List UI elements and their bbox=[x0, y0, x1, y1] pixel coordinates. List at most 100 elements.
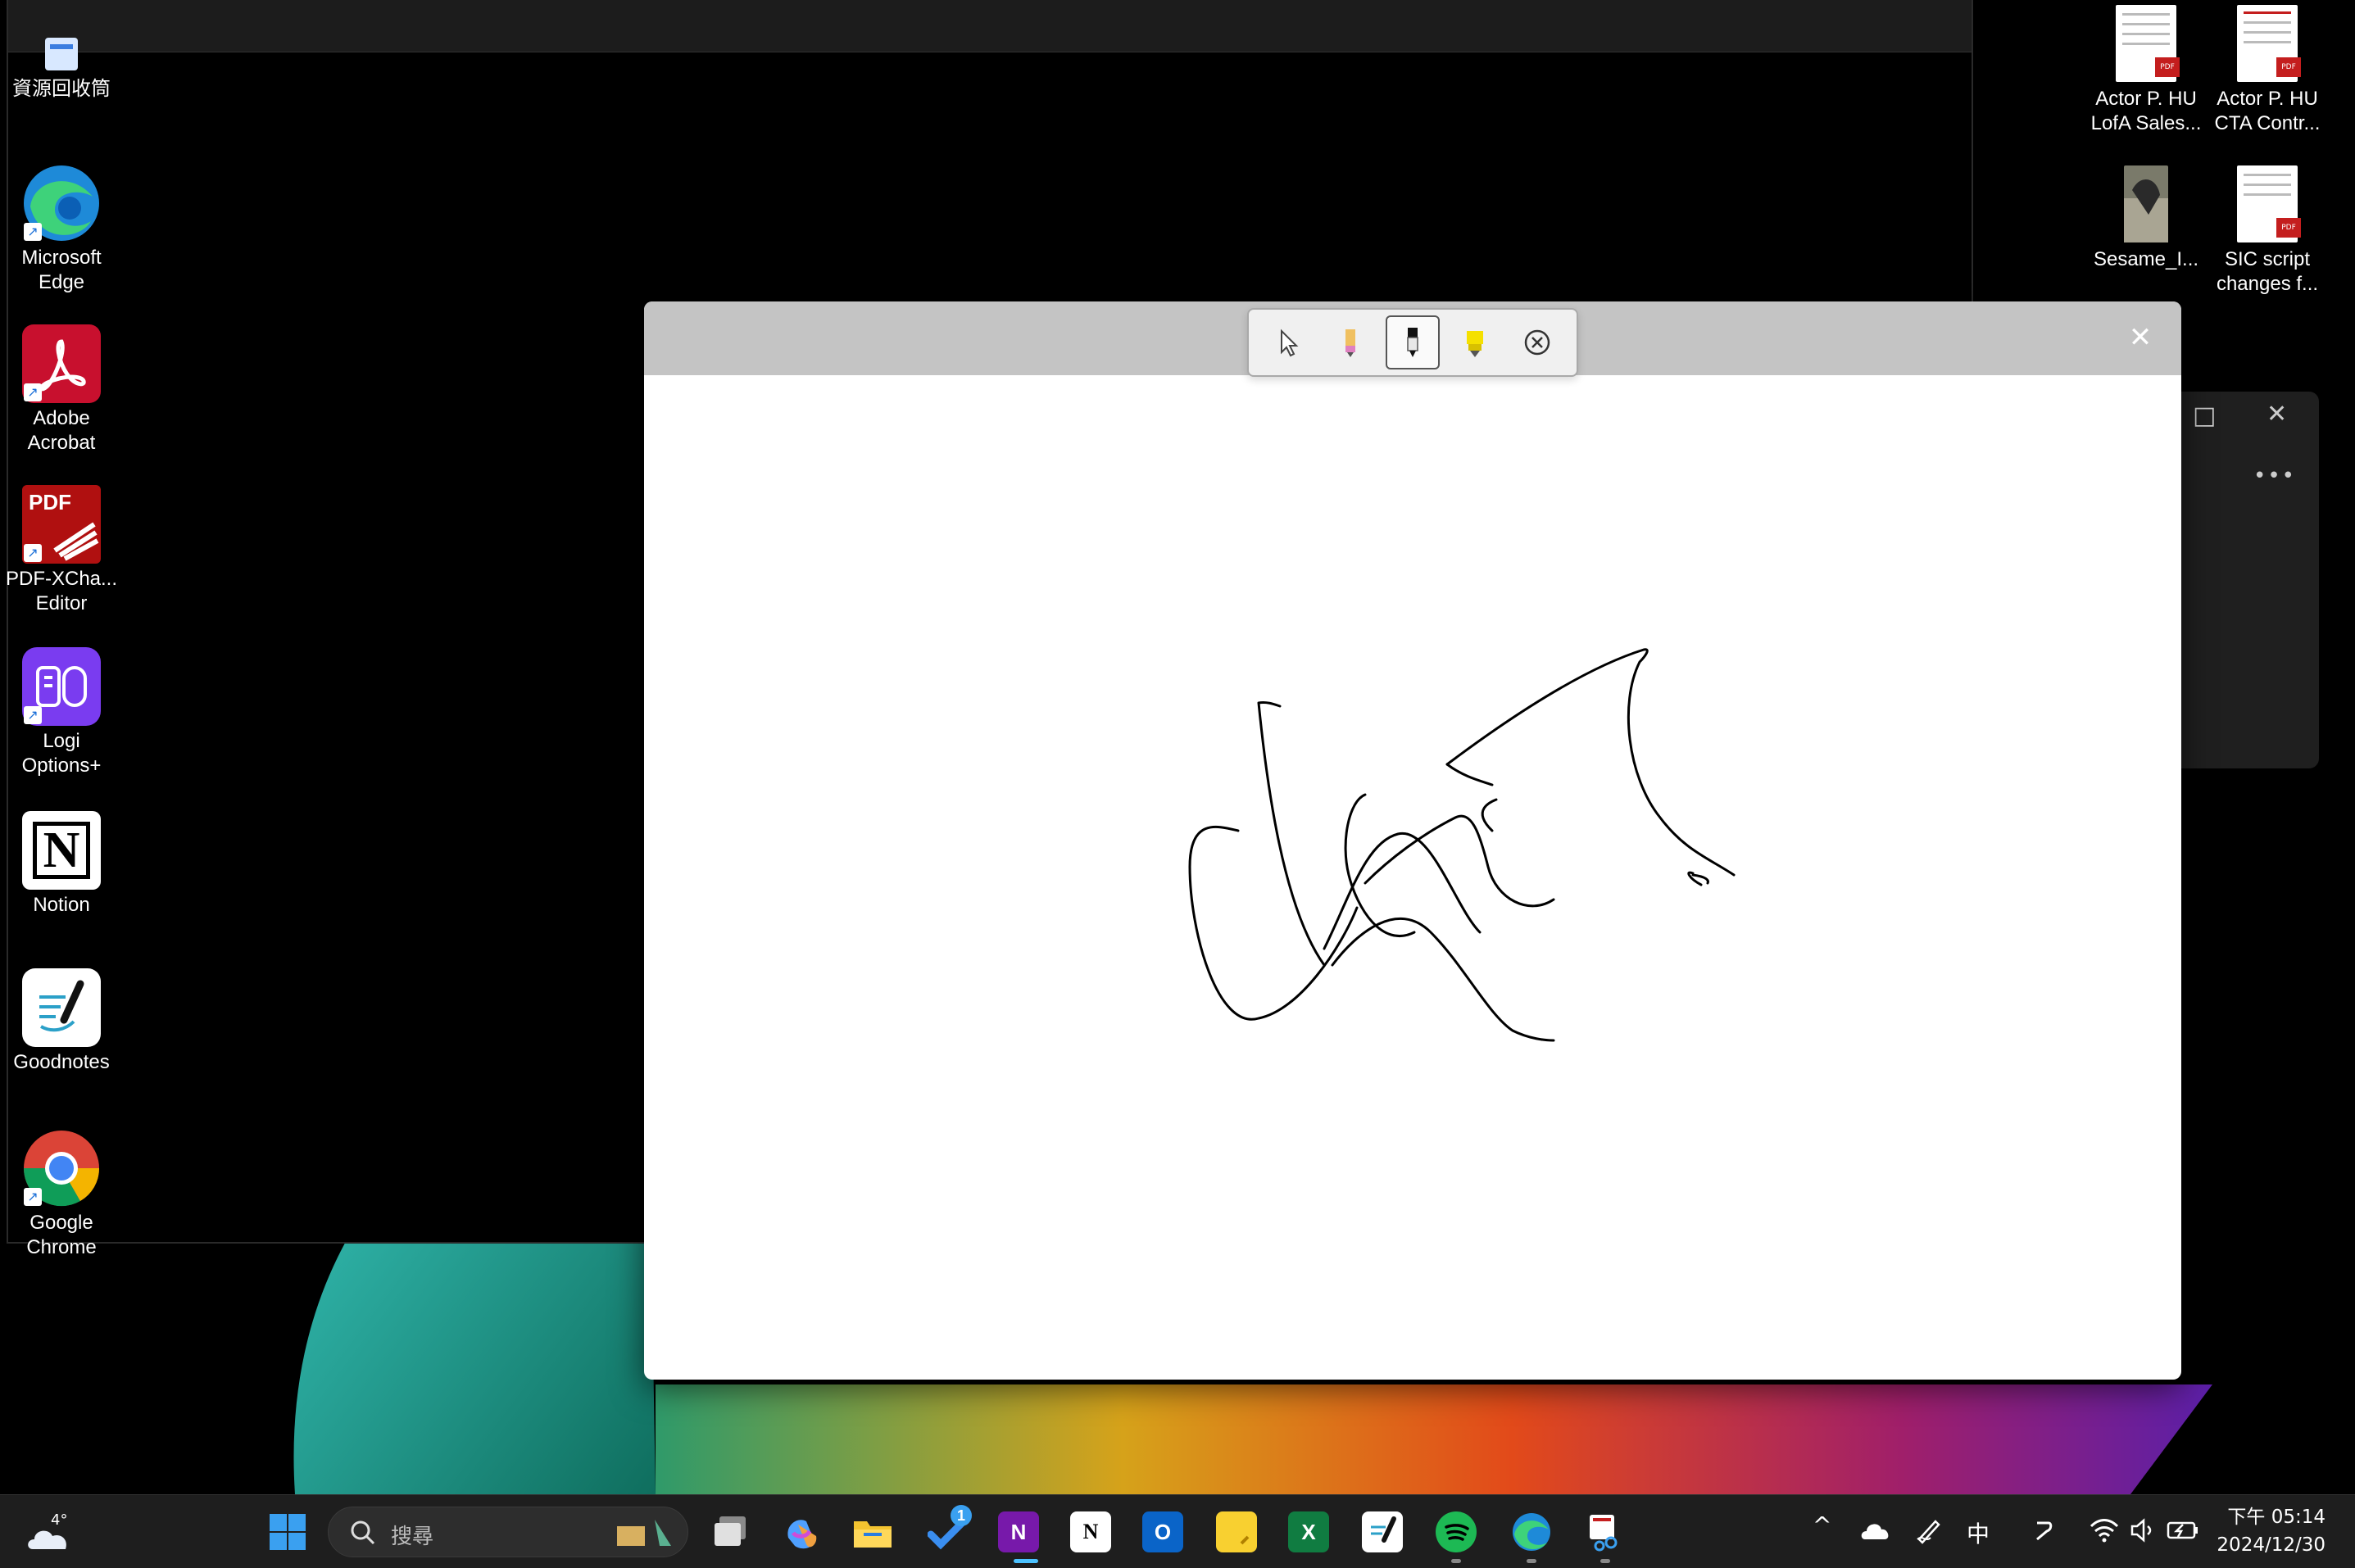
running-app-indicator bbox=[1600, 1559, 1610, 1563]
ink-board-window: ✕ bbox=[644, 301, 2181, 1380]
close-icon[interactable]: ✕ bbox=[2267, 400, 2287, 428]
excel-icon: X bbox=[1301, 1519, 1316, 1544]
more-options-button[interactable]: ••• bbox=[2253, 464, 2296, 488]
active-app-indicator bbox=[1014, 1559, 1038, 1563]
desktop-icon-label: Goodnotes bbox=[13, 1051, 110, 1073]
outlook-icon: O bbox=[1154, 1519, 1172, 1544]
desktop-icon-pdf-xchange[interactable]: PDF ↗ PDF-XCha... Editor bbox=[0, 485, 123, 616]
desktop-file-sesame[interactable]: Sesame_I... bbox=[2085, 165, 2208, 272]
cursor-icon bbox=[1281, 329, 1299, 357]
tool-clear[interactable] bbox=[1510, 315, 1564, 369]
taskbar-search-box[interactable]: 搜尋 bbox=[328, 1507, 688, 1557]
shortcut-arrow-icon: ↗ bbox=[24, 706, 42, 724]
desktop-icon-label: 資源回收筒 bbox=[12, 78, 111, 100]
ink-canvas[interactable] bbox=[644, 375, 2181, 1380]
notion-icon: N bbox=[1082, 1520, 1099, 1543]
search-icon bbox=[351, 1520, 375, 1545]
ink-toolbar bbox=[1247, 308, 1578, 377]
windows-logo-icon bbox=[270, 1514, 306, 1550]
desktop-icon-edge[interactable]: ↗ Microsoft Edge bbox=[0, 164, 123, 295]
desktop-icon-label: Microsoft Edge bbox=[21, 247, 102, 293]
taskbar-app-goodnotes[interactable] bbox=[1362, 1511, 1403, 1552]
running-app-indicator bbox=[1451, 1559, 1461, 1563]
notion-icon: N bbox=[22, 811, 101, 890]
pdf-xchange-icon: PDF ↗ bbox=[22, 485, 101, 564]
desktop-icon-label: Logi Options+ bbox=[21, 730, 102, 777]
close-board-button[interactable]: ✕ bbox=[2122, 319, 2158, 356]
taskbar-app-onenote[interactable]: N bbox=[998, 1511, 1039, 1552]
yellow-highlighter-icon bbox=[1467, 331, 1483, 357]
clear-circle-x-icon bbox=[1524, 329, 1550, 356]
copilot-icon bbox=[787, 1520, 817, 1549]
ime-mode-icon[interactable] bbox=[2032, 1518, 2055, 1544]
black-pen-icon bbox=[1407, 328, 1418, 357]
taskbar-clock[interactable]: 下午 05:14 2024/12/30 bbox=[2217, 1503, 2326, 1559]
ink-board-titlebar[interactable]: ✕ bbox=[644, 301, 2181, 377]
maximize-icon[interactable]: □ bbox=[2193, 401, 2216, 430]
desktop-icon-label: PDF-XCha... Editor bbox=[5, 568, 118, 614]
desktop-file-sic-script[interactable]: PDF SIC script changes f... bbox=[2206, 165, 2329, 297]
image-file-icon bbox=[2124, 165, 2168, 242]
taskbar-app-notion[interactable]: N bbox=[1070, 1511, 1111, 1552]
desktop-file-cta-contract[interactable]: PDF Actor P. HU CTA Contr... bbox=[2206, 5, 2329, 136]
pen-menu-icon[interactable] bbox=[1914, 1515, 1944, 1544]
pdf-badge: PDF bbox=[2276, 57, 2301, 77]
onenote-icon: N bbox=[1010, 1519, 1027, 1544]
weather-widget[interactable]: 4° bbox=[23, 1511, 72, 1552]
pink-pen-icon bbox=[1345, 329, 1355, 357]
tool-pen[interactable] bbox=[1386, 315, 1440, 369]
goodnotes-icon bbox=[1371, 1516, 1396, 1543]
volume-icon[interactable] bbox=[2129, 1518, 2155, 1543]
start-button[interactable] bbox=[267, 1511, 308, 1552]
tool-pink-pen[interactable] bbox=[1323, 315, 1377, 369]
taskbar-app-spotify[interactable] bbox=[1436, 1511, 1477, 1552]
shortcut-arrow-icon: ↗ bbox=[24, 544, 42, 562]
taskbar-app-edge[interactable] bbox=[1511, 1511, 1552, 1552]
tool-select[interactable] bbox=[1261, 315, 1315, 369]
sticky-notes-icon bbox=[1240, 1535, 1250, 1545]
desktop-icon-label: Adobe Acrobat bbox=[27, 407, 96, 454]
pdf-file-icon: PDF bbox=[2237, 5, 2301, 82]
taskbar-app-excel[interactable]: X bbox=[1288, 1511, 1329, 1552]
wifi-icon[interactable] bbox=[2090, 1516, 2119, 1543]
desktop-icon-logi-options[interactable]: ↗ Logi Options+ bbox=[0, 647, 123, 778]
snipping-tool-icon bbox=[1590, 1515, 1618, 1552]
input-method-indicator[interactable]: 中 bbox=[1967, 1516, 1990, 1549]
taskbar-app-sticky-notes[interactable] bbox=[1216, 1511, 1257, 1552]
taskbar: 4° 搜尋 1 N N O X ^ 中 下午 05:14 2024/12/30 bbox=[0, 1494, 2355, 1568]
desktop-icon-label: Actor P. HU CTA Contr... bbox=[2214, 88, 2321, 134]
desktop-icon-label: SIC script changes f... bbox=[2216, 248, 2319, 295]
background-window-titlebar[interactable] bbox=[8, 0, 1972, 52]
logi-options-icon: ↗ bbox=[22, 647, 101, 726]
handwritten-signature-strokes bbox=[1188, 648, 1736, 1042]
notion-letter: N bbox=[33, 822, 90, 879]
onedrive-cloud-icon[interactable] bbox=[1860, 1520, 1890, 1541]
taskbar-app-outlook[interactable]: O bbox=[1142, 1511, 1183, 1552]
desktop-icon-label: Sesame_I... bbox=[2093, 248, 2199, 270]
taskbar-app-copilot[interactable] bbox=[780, 1511, 821, 1552]
chrome-icon: ↗ bbox=[22, 1129, 101, 1208]
desktop-icon-label: Google Chrome bbox=[26, 1212, 97, 1258]
recycle-bin-icon bbox=[37, 25, 86, 74]
goodnotes-icon bbox=[22, 968, 101, 1047]
taskbar-app-file-explorer[interactable] bbox=[852, 1511, 893, 1552]
clock-time: 下午 05:14 bbox=[2227, 1507, 2326, 1528]
desktop-icon-recycle-bin[interactable]: 資源回收筒 bbox=[0, 25, 123, 102]
desktop-icon-acrobat[interactable]: ↗ Adobe Acrobat bbox=[0, 324, 123, 455]
tool-highlighter[interactable] bbox=[1448, 315, 1502, 369]
pdf-badge: PDF bbox=[2155, 57, 2180, 77]
taskbar-app-task-view[interactable] bbox=[710, 1511, 751, 1552]
battery-charging-icon[interactable] bbox=[2167, 1520, 2199, 1541]
desktop-icon-chrome[interactable]: ↗ Google Chrome bbox=[0, 1129, 123, 1260]
desktop-icon-label: Notion bbox=[33, 894, 90, 916]
notification-badge: 1 bbox=[951, 1505, 972, 1526]
taskbar-app-todo[interactable]: 1 bbox=[928, 1505, 972, 1552]
desktop-icon-goodnotes[interactable]: Goodnotes bbox=[0, 968, 123, 1075]
show-hidden-icons-chevron-icon[interactable]: ^ bbox=[1813, 1511, 1831, 1539]
pdf-badge: PDF bbox=[2276, 218, 2301, 238]
running-app-indicator bbox=[1527, 1559, 1536, 1563]
desktop-file-lofa-sales[interactable]: PDF Actor P. HU LofA Sales... bbox=[2085, 5, 2208, 136]
side-panel-window: □ ✕ ••• bbox=[2163, 392, 2319, 768]
taskbar-app-snipping-tool[interactable] bbox=[1585, 1511, 1626, 1552]
desktop-icon-notion[interactable]: N Notion bbox=[0, 811, 123, 918]
